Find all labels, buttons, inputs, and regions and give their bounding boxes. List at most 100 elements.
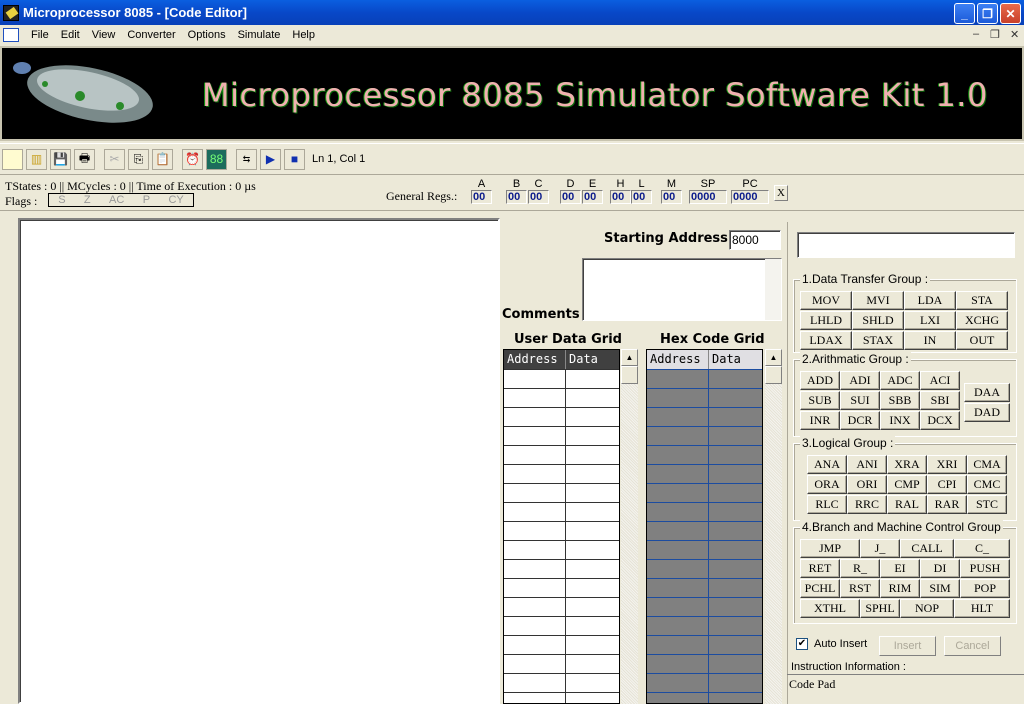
instr-stc-button[interactable]: STC bbox=[967, 495, 1007, 514]
grid-row[interactable] bbox=[647, 445, 762, 464]
instr-aci-button[interactable]: ACI bbox=[920, 371, 960, 390]
mdi-close-button[interactable]: ✕ bbox=[1010, 28, 1019, 41]
instr-sui-button[interactable]: SUI bbox=[840, 391, 880, 410]
grid-row[interactable] bbox=[504, 692, 619, 703]
grid-row[interactable] bbox=[647, 464, 762, 483]
hex-code-grid[interactable]: Address Data bbox=[646, 349, 763, 704]
menu-file[interactable]: File bbox=[25, 29, 55, 41]
instr-ora-button[interactable]: ORA bbox=[807, 475, 847, 494]
print-icon[interactable]: 🖶 bbox=[74, 148, 95, 170]
data-cell[interactable] bbox=[709, 446, 762, 464]
data-cell[interactable] bbox=[566, 446, 619, 464]
grid-row[interactable] bbox=[647, 692, 762, 703]
instr-lxi-button[interactable]: LXI bbox=[904, 311, 956, 330]
data-cell[interactable] bbox=[709, 693, 762, 703]
address-cell[interactable] bbox=[504, 693, 566, 703]
data-cell[interactable] bbox=[709, 370, 762, 388]
grid-row[interactable] bbox=[647, 502, 762, 521]
address-cell[interactable] bbox=[647, 655, 709, 673]
grid-row[interactable] bbox=[504, 483, 619, 502]
address-cell[interactable] bbox=[647, 503, 709, 521]
grid-row[interactable] bbox=[647, 673, 762, 692]
grid-row[interactable] bbox=[504, 407, 619, 426]
menu-options[interactable]: Options bbox=[182, 29, 232, 41]
instr-rlc-button[interactable]: RLC bbox=[807, 495, 847, 514]
instr-sta-button[interactable]: STA bbox=[956, 291, 1008, 310]
address-cell[interactable] bbox=[647, 389, 709, 407]
grid-row[interactable] bbox=[647, 540, 762, 559]
instr-out-button[interactable]: OUT bbox=[956, 331, 1008, 350]
instr-xchg-button[interactable]: XCHG bbox=[956, 311, 1008, 330]
cut-icon[interactable]: ✂ bbox=[104, 148, 125, 170]
address-cell[interactable] bbox=[647, 370, 709, 388]
grid-row[interactable] bbox=[647, 483, 762, 502]
data-cell[interactable] bbox=[709, 389, 762, 407]
grid-row[interactable] bbox=[504, 635, 619, 654]
instr-xthl-button[interactable]: XTHL bbox=[800, 599, 860, 618]
instr-in-button[interactable]: IN bbox=[904, 331, 956, 350]
instr-adi-button[interactable]: ADI bbox=[840, 371, 880, 390]
address-cell[interactable] bbox=[647, 617, 709, 635]
address-cell[interactable] bbox=[647, 693, 709, 703]
grid-row[interactable] bbox=[647, 407, 762, 426]
address-cell[interactable] bbox=[504, 560, 566, 578]
close-registers-button[interactable]: X bbox=[774, 185, 788, 201]
checkbox-icon[interactable]: ✔ bbox=[796, 638, 808, 650]
instr-lda-button[interactable]: LDA bbox=[904, 291, 956, 310]
instr-rrc-button[interactable]: RRC bbox=[847, 495, 887, 514]
address-cell[interactable] bbox=[647, 674, 709, 692]
instr-sub-button[interactable]: SUB bbox=[800, 391, 840, 410]
data-cell[interactable] bbox=[566, 503, 619, 521]
instr-add-button[interactable]: ADD bbox=[800, 371, 840, 390]
scroll-thumb[interactable] bbox=[621, 366, 638, 384]
address-cell[interactable] bbox=[504, 408, 566, 426]
address-cell[interactable] bbox=[647, 560, 709, 578]
instr-pchl-button[interactable]: PCHL bbox=[800, 579, 840, 598]
instr-ret-button[interactable]: RET bbox=[800, 559, 840, 578]
new-file-icon[interactable] bbox=[2, 148, 23, 170]
data-cell[interactable] bbox=[709, 560, 762, 578]
code-editor[interactable] bbox=[18, 218, 500, 704]
data-cell[interactable] bbox=[566, 484, 619, 502]
address-cell[interactable] bbox=[504, 484, 566, 502]
menu-help[interactable]: Help bbox=[286, 29, 321, 41]
grid-row[interactable] bbox=[504, 654, 619, 673]
instr-hlt-button[interactable]: HLT bbox=[954, 599, 1010, 618]
address-cell[interactable] bbox=[647, 636, 709, 654]
data-cell[interactable] bbox=[566, 389, 619, 407]
data-cell[interactable] bbox=[709, 579, 762, 597]
grid-row[interactable] bbox=[504, 540, 619, 559]
grid-row[interactable] bbox=[647, 559, 762, 578]
insert-button[interactable]: Insert bbox=[879, 636, 936, 656]
data-cell[interactable] bbox=[566, 465, 619, 483]
instr-j-underscore-button[interactable]: J_ bbox=[860, 539, 900, 558]
address-cell[interactable] bbox=[647, 465, 709, 483]
data-cell[interactable] bbox=[566, 522, 619, 540]
copy-icon[interactable]: ⎘ bbox=[128, 148, 149, 170]
step-icon[interactable]: ⇆ bbox=[236, 148, 257, 170]
address-cell[interactable] bbox=[647, 484, 709, 502]
data-cell[interactable] bbox=[566, 617, 619, 635]
address-cell[interactable] bbox=[504, 655, 566, 673]
scroll-thumb[interactable] bbox=[765, 366, 782, 384]
instr-rar-button[interactable]: RAR bbox=[927, 495, 967, 514]
data-cell[interactable] bbox=[566, 370, 619, 388]
instruction-input[interactable] bbox=[797, 232, 1015, 258]
instr-sphl-button[interactable]: SPHL bbox=[860, 599, 900, 618]
menu-view[interactable]: View bbox=[86, 29, 122, 41]
grid-row[interactable] bbox=[647, 597, 762, 616]
close-button[interactable]: ✕ bbox=[1000, 3, 1021, 24]
starting-address-input[interactable]: 8000 bbox=[729, 230, 781, 250]
data-cell[interactable] bbox=[709, 598, 762, 616]
instr-sbb-button[interactable]: SBB bbox=[880, 391, 920, 410]
data-cell[interactable] bbox=[709, 636, 762, 654]
address-cell[interactable] bbox=[647, 541, 709, 559]
instr-rim-button[interactable]: RIM bbox=[880, 579, 920, 598]
instr-cma-button[interactable]: CMA bbox=[967, 455, 1007, 474]
instr-stax-button[interactable]: STAX bbox=[852, 331, 904, 350]
address-cell[interactable] bbox=[504, 446, 566, 464]
auto-insert-checkbox[interactable]: ✔ Auto Insert bbox=[796, 638, 867, 650]
address-cell[interactable] bbox=[647, 598, 709, 616]
address-cell[interactable] bbox=[504, 503, 566, 521]
grid-row[interactable] bbox=[647, 388, 762, 407]
